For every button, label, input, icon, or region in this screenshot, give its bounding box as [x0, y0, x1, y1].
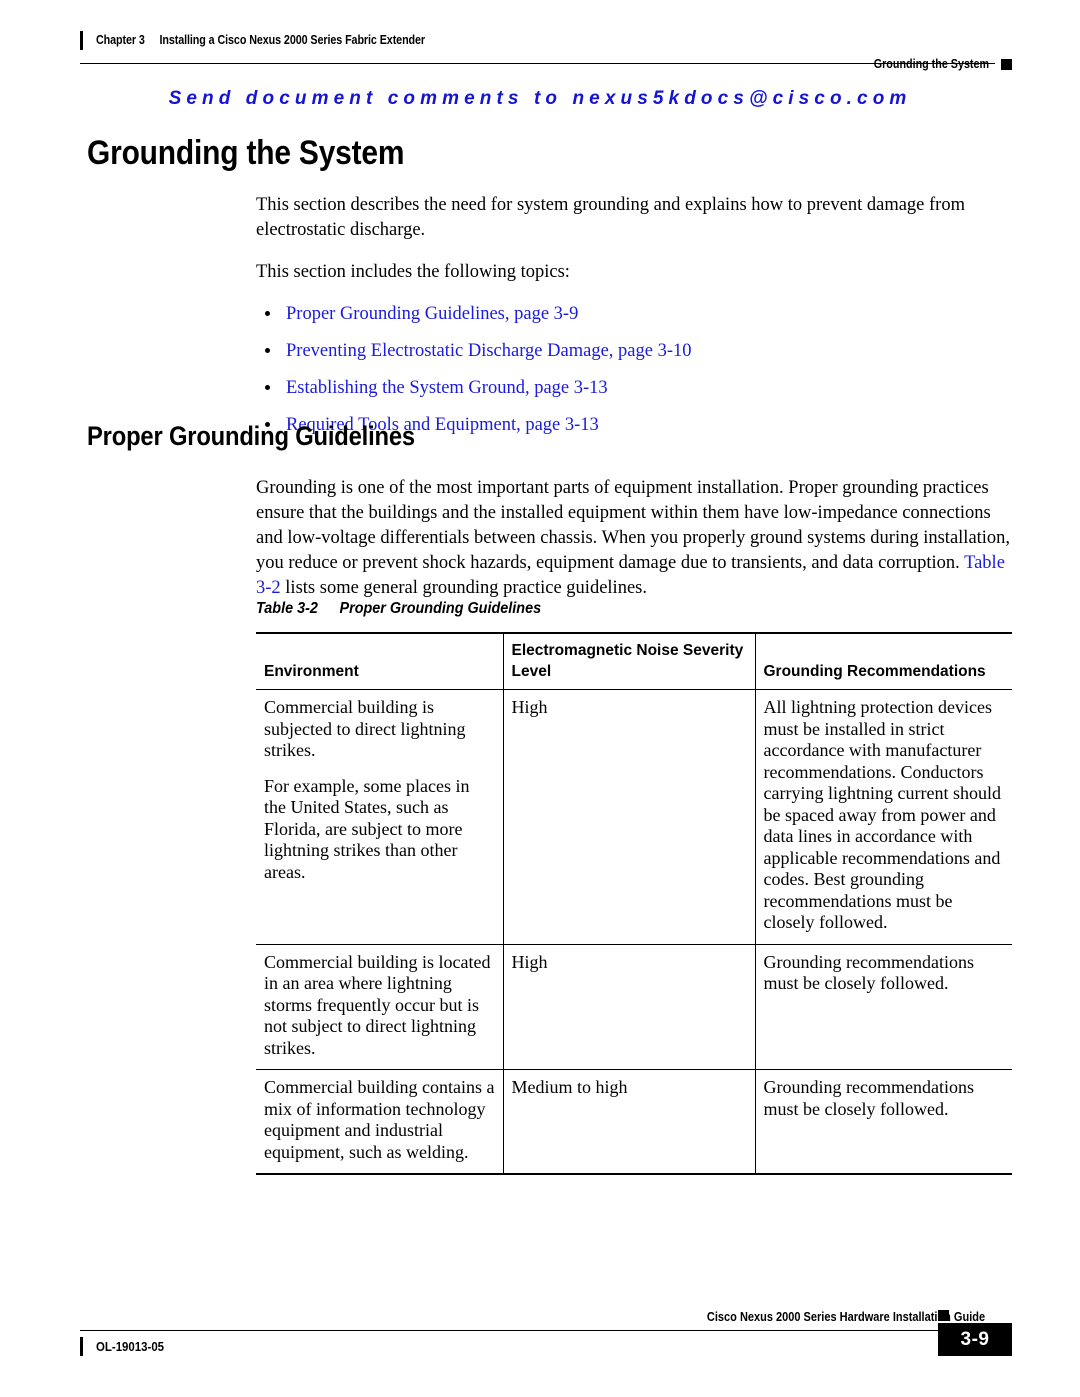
send-comments-banner: Send document comments to nexus5kdocs@ci… — [168, 88, 912, 109]
topics-lead-in: This section includes the following topi… — [256, 262, 570, 282]
intro-paragraph: This section describes the need for syst… — [256, 195, 965, 240]
table-caption-number: Table 3-2 — [256, 600, 318, 617]
footer-left-block: OL-19013-05 — [80, 1336, 173, 1356]
footer-divider — [80, 1330, 950, 1331]
bullet-icon — [265, 348, 270, 353]
edge-marker-bar — [80, 1336, 83, 1356]
table-body: Commercial building is subjected to dire… — [256, 689, 1012, 1175]
document-page: Chapter 3 Installing a Cisco Nexus 2000 S… — [0, 0, 1080, 1397]
column-header-grounding-recommendations: Grounding Recommendations — [755, 632, 1012, 690]
table-row: Commercial building is subjected to dire… — [256, 689, 1012, 945]
footer-document-id: OL-19013-05 — [96, 1338, 165, 1354]
cell-environment: Commercial building is subjected to dire… — [256, 689, 504, 945]
list-item: Proper Grounding Guidelines, page 3-9 — [256, 302, 1012, 327]
table-row: Commercial building is located in an are… — [256, 944, 1012, 1070]
table-caption-title: Proper Grounding Guidelines — [339, 600, 542, 617]
bullet-icon — [265, 385, 270, 390]
header-chapter-number: Chapter 3 — [96, 33, 145, 47]
header-divider — [80, 63, 995, 64]
list-item: Preventing Electrostatic Discharge Damag… — [256, 339, 1012, 364]
list-item: Establishing the System Ground, page 3-1… — [256, 376, 1012, 401]
page-header: Chapter 3 Installing a Cisco Nexus 2000 S… — [80, 30, 1012, 76]
grounding-guidelines-table: Environment Electromagnetic Noise Severi… — [256, 632, 1012, 1175]
header-chapter-title: Installing a Cisco Nexus 2000 Series Fab… — [159, 33, 426, 47]
cell-environment: Commercial building is located in an are… — [256, 944, 504, 1070]
guidelines-paragraph: Grounding is one of the most important p… — [256, 476, 1012, 601]
table-caption: Table 3-2 Proper Grounding Guidelines — [256, 600, 541, 618]
cell-recommendations: Grounding recommendations must be closel… — [755, 944, 1012, 1070]
edge-marker-square-icon — [1001, 58, 1012, 70]
cell-recommendations: Grounding recommendations must be closel… — [755, 1069, 1012, 1175]
cell-environment: Commercial building contains a mix of in… — [256, 1069, 504, 1175]
edge-marker-square-icon — [938, 1310, 949, 1321]
cell-recommendations: All lightning protection devices must be… — [755, 689, 1012, 945]
page-title: Grounding the System — [87, 134, 405, 172]
guidelines-paragraph-part2: lists some general grounding practice gu… — [280, 578, 647, 598]
topics-list: Proper Grounding Guidelines, page 3-9 Pr… — [256, 302, 1012, 438]
cell-noise-level: Medium to high — [503, 1069, 756, 1175]
topic-link-preventing-esd-damage[interactable]: Preventing Electrostatic Discharge Damag… — [286, 341, 691, 361]
header-chapter-text: Chapter 3 Installing a Cisco Nexus 2000 S… — [96, 33, 425, 47]
guidelines-body-block: Grounding is one of the most important p… — [256, 476, 1012, 618]
section-heading-proper-grounding-guidelines: Proper Grounding Guidelines — [87, 421, 415, 451]
edge-marker-bar — [80, 30, 83, 50]
cell-noise-level: High — [503, 689, 756, 945]
header-chapter-block: Chapter 3 Installing a Cisco Nexus 2000 S… — [80, 30, 479, 50]
header-section-name: Grounding the System — [873, 57, 989, 71]
guidelines-paragraph-part1: Grounding is one of the most important p… — [256, 478, 1011, 573]
table-header-row: Environment Electromagnetic Noise Severi… — [256, 632, 1012, 690]
cell-noise-level: High — [503, 944, 756, 1070]
topic-link-establishing-system-ground[interactable]: Establishing the System Ground, page 3-1… — [286, 378, 608, 398]
bullet-icon — [265, 311, 270, 316]
header-section-block: Grounding the System — [855, 55, 1012, 73]
table-row: Commercial building contains a mix of in… — [256, 1069, 1012, 1175]
column-header-environment: Environment — [256, 632, 504, 690]
table-header-row-group: Environment Electromagnetic Noise Severi… — [256, 632, 1012, 690]
column-header-noise-severity-level: Electromagnetic Noise Severity Level — [503, 632, 756, 690]
topic-link-proper-grounding-guidelines[interactable]: Proper Grounding Guidelines, page 3-9 — [286, 304, 578, 324]
intro-body-block: This section describes the need for syst… — [256, 193, 1012, 450]
cell-environment-paragraph-2: For example, some places in the United S… — [264, 775, 470, 882]
cell-environment-paragraph-1: Commercial building is subjected to dire… — [264, 697, 466, 760]
page-number-badge: 3-9 — [938, 1323, 1012, 1356]
